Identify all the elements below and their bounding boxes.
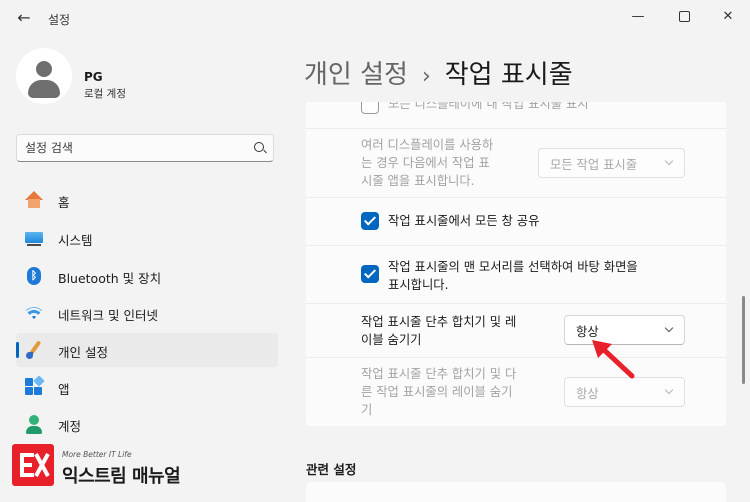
setting-row-combine-buttons: 작업 표시줄 단추 합치기 및 레 이블 숨기기 항상 xyxy=(306,304,726,358)
all-displays-checkbox[interactable] xyxy=(361,102,379,114)
multi-display-label-1: 여러 디스플레이를 사용하 xyxy=(361,138,494,152)
sidebar-item-apps[interactable]: 앱 xyxy=(16,370,278,404)
setting-row-far-corner[interactable]: 작업 표시줄의 맨 모서리를 선택하여 바탕 화면을 표시합니다. xyxy=(306,246,726,304)
share-windows-checkbox[interactable] xyxy=(361,212,379,230)
multi-display-dropdown[interactable]: 모든 작업 표시줄 xyxy=(538,148,685,178)
sidebar-item-network[interactable]: 네트워크 및 인터넷 xyxy=(16,296,278,330)
title-bar: ← 설정 — ✕ xyxy=(0,0,750,36)
share-windows-label: 작업 표시줄에서 모든 창 공유 xyxy=(388,214,540,228)
far-corner-label-1: 작업 표시줄의 맨 모서리를 선택하여 바탕 화면을 xyxy=(388,260,638,274)
sidebar-item-label: 네트워크 및 인터넷 xyxy=(58,308,158,323)
setting-row-multi-display: 여러 디스플레이를 사용하 는 경우 다음에서 작업 표 시줄 앱을 표시합니다… xyxy=(306,129,726,198)
search-box[interactable] xyxy=(16,134,274,162)
setting-row-share-windows[interactable]: 작업 표시줄에서 모든 창 공유 xyxy=(306,198,726,246)
sidebar-item-home[interactable]: 홈 xyxy=(16,183,278,217)
combine-other-label-2: 른 작업 표시줄의 레이블 숨기 xyxy=(361,385,513,399)
multi-display-label-2: 는 경우 다음에서 작업 표 xyxy=(361,156,490,170)
sidebar-item-label: Bluetooth 및 장치 xyxy=(58,271,162,286)
setting-row-all-displays[interactable]: 모든 디스플레이에 내 작업 표시줄 표시 xyxy=(306,102,726,129)
watermark-logo-icon xyxy=(12,444,54,486)
maximize-button[interactable] xyxy=(672,6,696,28)
account-type: 로컬 계정 xyxy=(84,88,126,100)
related-settings-heading: 관련 설정 xyxy=(306,462,357,477)
sidebar-item-label: 시스템 xyxy=(58,233,93,248)
combine-buttons-label-2: 이블 숨기기 xyxy=(361,333,422,347)
scrollbar-thumb[interactable] xyxy=(742,296,745,384)
all-displays-label: 모든 디스플레이에 내 작업 표시줄 표시 xyxy=(388,102,589,111)
sidebar-item-label: 계정 xyxy=(58,419,82,434)
wifi-icon xyxy=(24,303,44,323)
maximize-icon xyxy=(678,11,690,22)
back-arrow-icon[interactable]: ← xyxy=(14,8,34,28)
minimize-button[interactable]: — xyxy=(626,6,650,28)
search-icon[interactable] xyxy=(254,142,264,152)
breadcrumb: 개인 설정 › 작업 표시줄 xyxy=(304,54,573,91)
multi-display-label-3: 시줄 앱을 표시합니다. xyxy=(361,174,475,188)
breadcrumb-separator: › xyxy=(421,64,431,89)
related-settings-card[interactable] xyxy=(306,482,726,502)
sidebar-item-label: 홈 xyxy=(58,195,70,210)
combine-other-label-1: 작업 표시줄 단추 합치기 및 다 xyxy=(361,367,517,381)
taskbar-behaviors-panel: 모든 디스플레이에 내 작업 표시줄 표시 여러 디스플레이를 사용하 는 경우… xyxy=(306,102,726,426)
avatar-head xyxy=(36,61,52,77)
combine-buttons-label-1: 작업 표시줄 단추 합치기 및 레 xyxy=(361,315,517,329)
combine-other-label-3: 기 xyxy=(361,403,373,417)
sidebar-item-personalization[interactable]: 개인 설정 xyxy=(16,333,278,367)
chevron-down-icon xyxy=(664,385,674,395)
system-icon xyxy=(24,228,44,248)
bluetooth-icon: ᛒ xyxy=(24,266,44,286)
personalization-icon xyxy=(24,340,44,360)
setting-row-combine-other: 작업 표시줄 단추 합치기 및 다 른 작업 표시줄의 레이블 숨기 기 항상 xyxy=(306,358,726,426)
far-corner-checkbox[interactable] xyxy=(361,265,379,283)
window-title: 설정 xyxy=(48,13,71,27)
far-corner-label-2: 표시합니다. xyxy=(388,278,449,292)
sidebar-item-accounts[interactable]: 계정 xyxy=(16,407,278,441)
sidebar-item-bluetooth[interactable]: ᛒ Bluetooth 및 장치 xyxy=(16,259,278,293)
user-name: PG xyxy=(84,70,103,84)
page-title: 작업 표시줄 xyxy=(444,60,573,90)
sidebar-item-label: 개인 설정 xyxy=(58,345,108,360)
breadcrumb-parent[interactable]: 개인 설정 xyxy=(304,60,408,90)
search-input[interactable] xyxy=(25,139,245,157)
chevron-down-icon xyxy=(664,156,674,166)
sidebar-item-label: 앱 xyxy=(58,382,70,397)
dropdown-value: 항상 xyxy=(576,387,599,401)
home-icon xyxy=(24,190,44,210)
selection-indicator xyxy=(16,342,19,358)
account-icon xyxy=(24,414,44,434)
watermark-brand: 익스트림 매뉴얼 xyxy=(62,466,181,487)
annotation-arrow-icon xyxy=(592,340,635,379)
watermark-tagline: More Better IT Life xyxy=(62,450,132,459)
close-button[interactable]: ✕ xyxy=(716,6,740,28)
avatar[interactable] xyxy=(16,48,72,104)
dropdown-value: 모든 작업 표시줄 xyxy=(550,158,638,172)
apps-icon xyxy=(24,375,45,397)
sidebar-item-system[interactable]: 시스템 xyxy=(16,221,278,255)
avatar-body xyxy=(28,80,60,98)
chevron-down-icon xyxy=(664,323,674,333)
